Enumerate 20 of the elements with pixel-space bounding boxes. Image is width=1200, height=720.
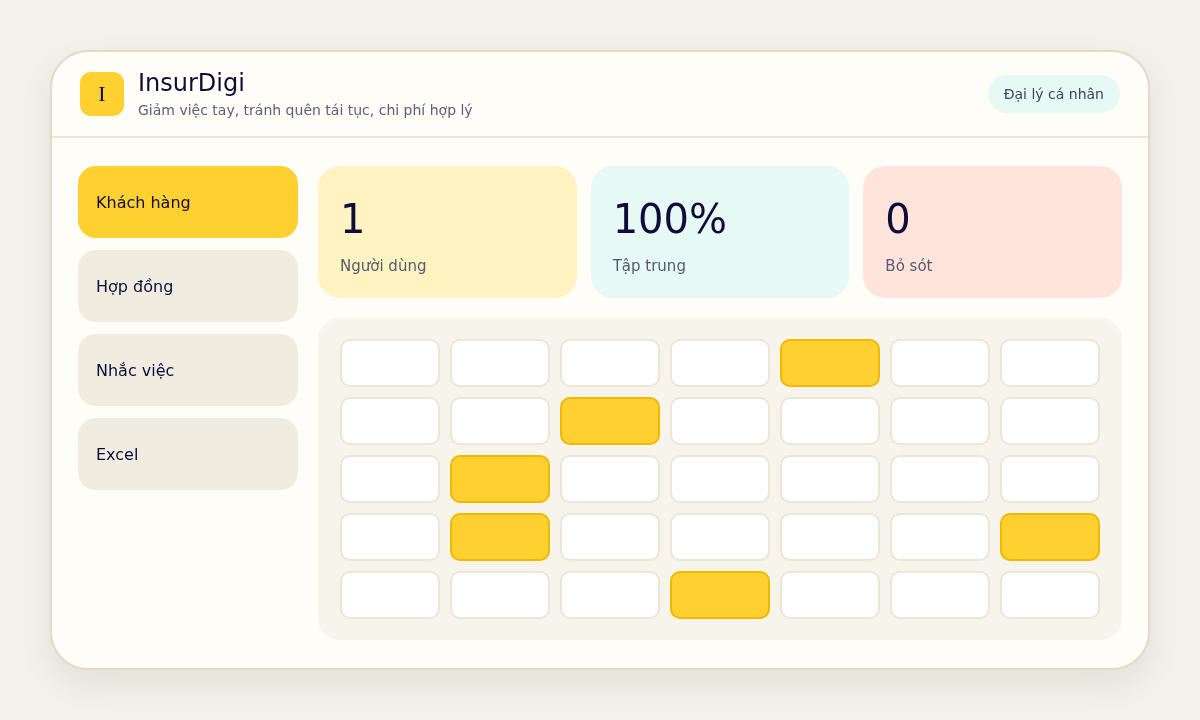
grid-cell[interactable]: [450, 513, 550, 561]
sidebar-item[interactable]: Nhắc việc: [78, 334, 298, 406]
sidebar-item[interactable]: Khách hàng: [78, 166, 298, 238]
stat-value: 0: [885, 195, 911, 244]
grid-cell[interactable]: [450, 455, 550, 503]
grid-cell[interactable]: [1000, 513, 1100, 561]
grid-cell[interactable]: [670, 571, 770, 619]
sidebar-item[interactable]: Excel: [78, 418, 298, 490]
stat-value: 1: [340, 195, 366, 244]
stat-label: Bỏ sót: [885, 256, 933, 276]
app-subtitle: Giảm việc tay, tránh quên tái tục, chi phí hợp lý: [138, 101, 474, 120]
sidebar-item[interactable]: Hợp đồng: [78, 250, 298, 322]
logo: I: [80, 72, 124, 116]
role-badge: Đại lý cá nhân: [987, 75, 1120, 113]
grid-cell[interactable]: [780, 339, 880, 387]
stat-value: 100%: [612, 195, 728, 244]
grid-cell[interactable]: [560, 397, 660, 445]
stat-label: Người dùng: [340, 256, 427, 276]
app-title: InsurDigi: [138, 68, 246, 98]
stat-label: Tập trung: [612, 256, 686, 276]
